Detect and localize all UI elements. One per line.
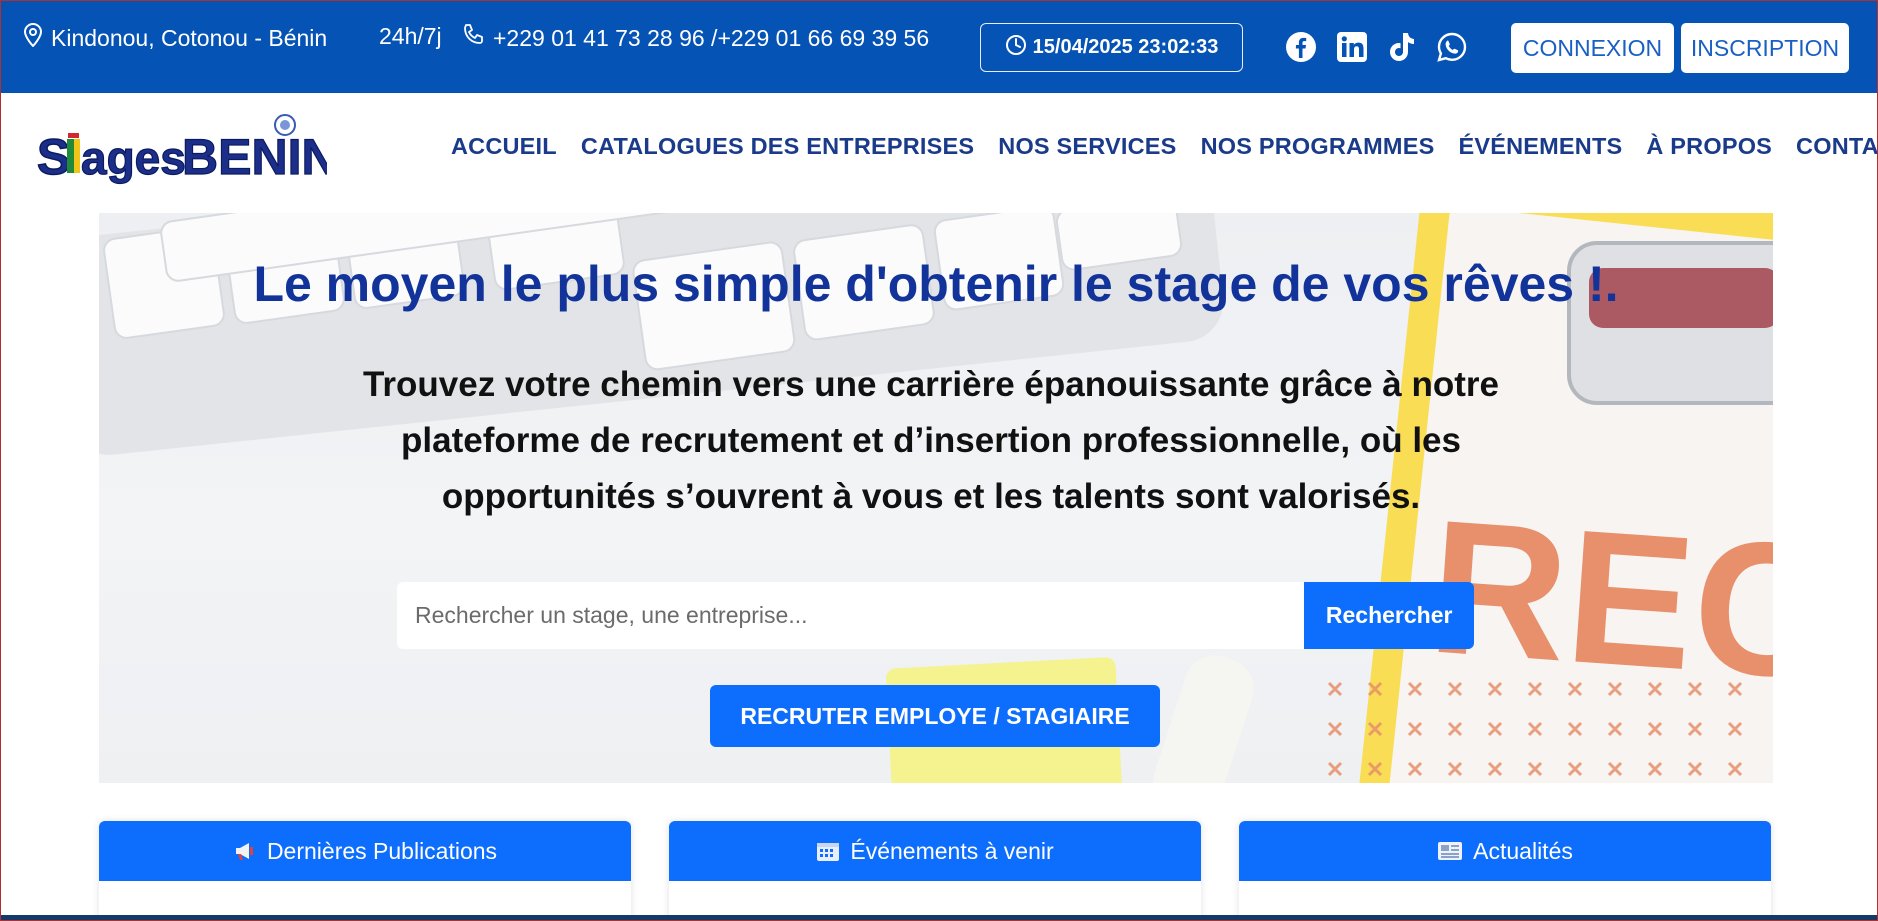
megaphone-icon [233, 840, 257, 862]
main-navbar: S ages BENIN ACCUEIL CATALOGUES DES ENTR… [1, 93, 1877, 213]
card-header: Événements à venir [669, 821, 1201, 881]
clock-icon [1005, 34, 1033, 62]
nav-services[interactable]: NOS SERVICES [998, 133, 1176, 160]
search-button[interactable]: Rechercher [1304, 582, 1474, 649]
hero-title: Le moyen le plus simple d'obtenir le sta… [253, 256, 1619, 312]
hours-text: 24h/7j [379, 23, 442, 49]
location-text: Kindonou, Cotonou - Bénin [51, 24, 328, 51]
location-info: Kindonou, Cotonou - Bénin [23, 22, 328, 53]
site-logo[interactable]: S ages BENIN [36, 111, 338, 191]
nav-catalogues[interactable]: CATALOGUES DES ENTREPRISES [581, 133, 974, 160]
card-title: Événements à venir [850, 837, 1054, 864]
main-menu: ACCUEIL CATALOGUES DES ENTREPRISES NOS S… [451, 133, 1877, 160]
calendar-icon [816, 840, 840, 862]
recruit-button[interactable]: RECRUTER EMPLOYE / STAGIAIRE [710, 685, 1160, 747]
nav-programmes[interactable]: NOS PROGRAMMES [1201, 133, 1435, 160]
top-bar: Kindonou, Cotonou - Bénin 24h/7j +229 01… [1, 1, 1877, 93]
card-header: Actualités [1239, 821, 1771, 881]
phone-icon [461, 23, 493, 53]
window-bottom-border [1, 915, 1877, 920]
hero-banner: RECRU Le moyen le plus simple d'obtenir … [99, 213, 1773, 783]
card-title: Actualités [1473, 837, 1573, 864]
phone-text: +229 01 41 73 28 96 /+229 01 66 69 39 56 [493, 24, 930, 51]
facebook-icon[interactable] [1285, 31, 1317, 63]
hero-subtitle: Trouvez votre chemin vers une carrière é… [362, 365, 1499, 516]
nav-contact[interactable]: CONTACT [1796, 133, 1877, 160]
datetime-box: 15/04/2025 23:02:33 [980, 23, 1243, 72]
nav-a-propos[interactable]: À PROPOS [1646, 133, 1772, 160]
whatsapp-icon[interactable] [1436, 31, 1468, 63]
tiktok-icon[interactable] [1386, 31, 1418, 63]
nav-evenements[interactable]: ÉVÉNEMENTS [1458, 133, 1622, 160]
svg-text:ages: ages [81, 132, 186, 184]
card-upcoming-events: Événements à venir [669, 821, 1201, 920]
nav-accueil[interactable]: ACCUEIL [451, 133, 557, 160]
phone-info[interactable]: +229 01 41 73 28 96 /+229 01 66 69 39 56 [461, 23, 929, 53]
card-header: Dernières Publications [99, 821, 631, 881]
page: Kindonou, Cotonou - Bénin 24h/7j +229 01… [0, 0, 1878, 921]
search-input[interactable] [397, 582, 1305, 649]
card-news: Actualités [1239, 821, 1771, 920]
newspaper-icon [1437, 840, 1463, 862]
svg-text:S: S [37, 129, 70, 185]
linkedin-icon[interactable] [1336, 31, 1368, 63]
card-title: Dernières Publications [266, 837, 498, 864]
datetime-text: 15/04/2025 23:02:33 [1032, 36, 1219, 58]
map-pin-icon [23, 22, 51, 53]
search-bar: Rechercher [397, 582, 1474, 649]
signup-button[interactable]: INSCRIPTION [1681, 23, 1849, 73]
login-button[interactable]: CONNEXION [1511, 23, 1674, 73]
card-latest-publications: Dernières Publications [99, 821, 631, 920]
svg-text:BENIN: BENIN [182, 129, 327, 185]
